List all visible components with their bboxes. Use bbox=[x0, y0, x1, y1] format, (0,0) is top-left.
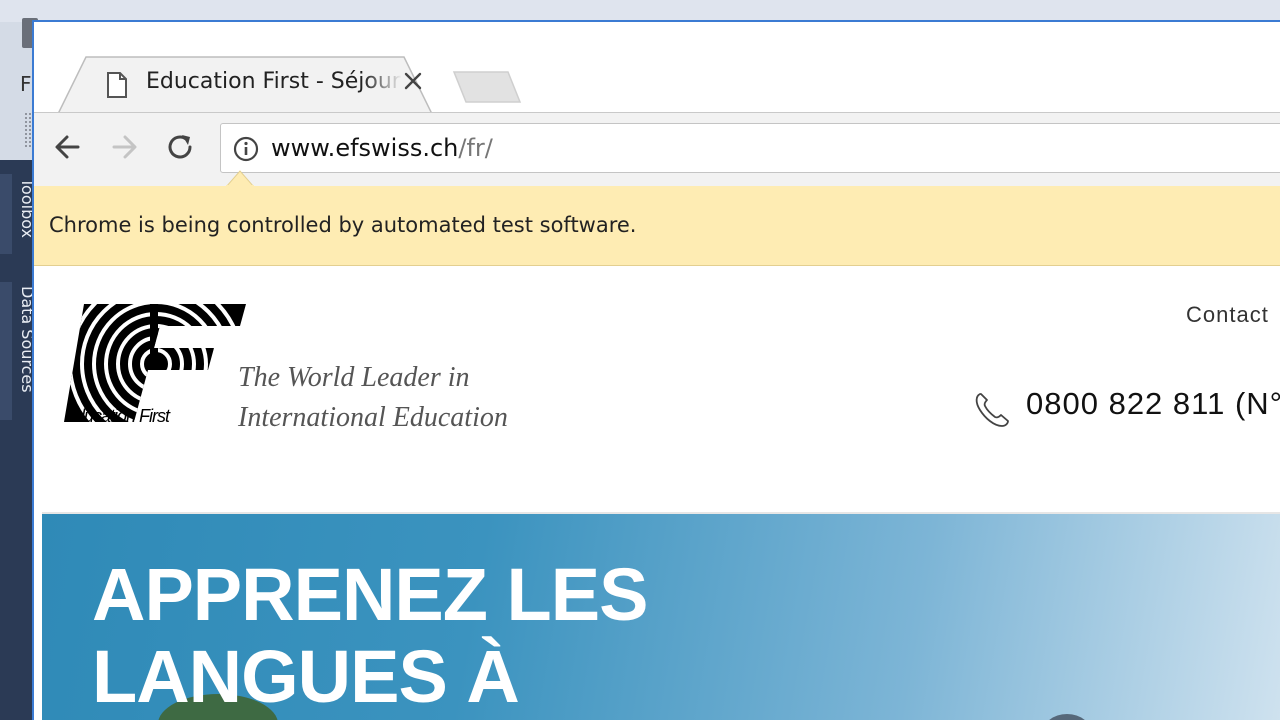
automation-infobar: Chrome is being controlled by automated … bbox=[34, 170, 1280, 266]
arrow-left-icon[interactable] bbox=[48, 127, 88, 167]
url-path: /fr/ bbox=[458, 134, 493, 162]
logo-caption: Education First bbox=[64, 406, 170, 426]
tagline: The World Leader in International Educat… bbox=[238, 362, 508, 433]
background-window-titlebar bbox=[0, 0, 1280, 22]
phone-icon bbox=[975, 393, 1009, 427]
info-icon[interactable] bbox=[233, 136, 259, 162]
hero-banner: APPRENEZ LES LANGUES À bbox=[42, 512, 1280, 720]
browser-window: Education First - Séjours linguistiques bbox=[32, 20, 1280, 720]
tab-strip: Education First - Séjours linguistiques bbox=[34, 22, 1280, 114]
address-bar[interactable]: www.efswiss.ch/fr/ bbox=[220, 123, 1280, 173]
url-text[interactable]: www.efswiss.ch/fr/ bbox=[271, 134, 493, 162]
arrow-right-icon[interactable] bbox=[104, 127, 144, 167]
infobar-message: Chrome is being controlled by automated … bbox=[49, 213, 637, 237]
page-container: Education First The World Leader in Inte… bbox=[42, 266, 1280, 720]
hero-title: APPRENEZ LES LANGUES À bbox=[92, 553, 648, 718]
contact-link[interactable]: Contact bbox=[1186, 302, 1269, 328]
phone-number[interactable]: 0800 822 811 (N° bbox=[1026, 386, 1280, 422]
toolbar-grip bbox=[24, 112, 32, 148]
document-icon bbox=[107, 72, 127, 98]
side-tab-data-sources[interactable] bbox=[0, 282, 12, 420]
reload-icon[interactable] bbox=[160, 127, 200, 167]
background-menu-item[interactable]: F bbox=[20, 72, 32, 96]
web-page: Education First The World Leader in Inte… bbox=[34, 266, 1280, 720]
browser-toolbar: www.efswiss.ch/fr/ bbox=[34, 112, 1280, 185]
close-icon[interactable] bbox=[400, 68, 426, 94]
active-tab[interactable]: Education First - Séjours linguistiques bbox=[58, 56, 434, 114]
hero-figure bbox=[1042, 714, 1092, 720]
side-tab-toolbox[interactable] bbox=[0, 174, 12, 254]
tab-title: Education First - Séjours linguistiques bbox=[146, 69, 402, 94]
url-host: www.efswiss.ch bbox=[271, 134, 459, 162]
infobar-pointer bbox=[226, 170, 254, 187]
background-side-panel: Toolbox Data Sources bbox=[0, 160, 37, 720]
new-tab-button[interactable] bbox=[452, 70, 522, 104]
